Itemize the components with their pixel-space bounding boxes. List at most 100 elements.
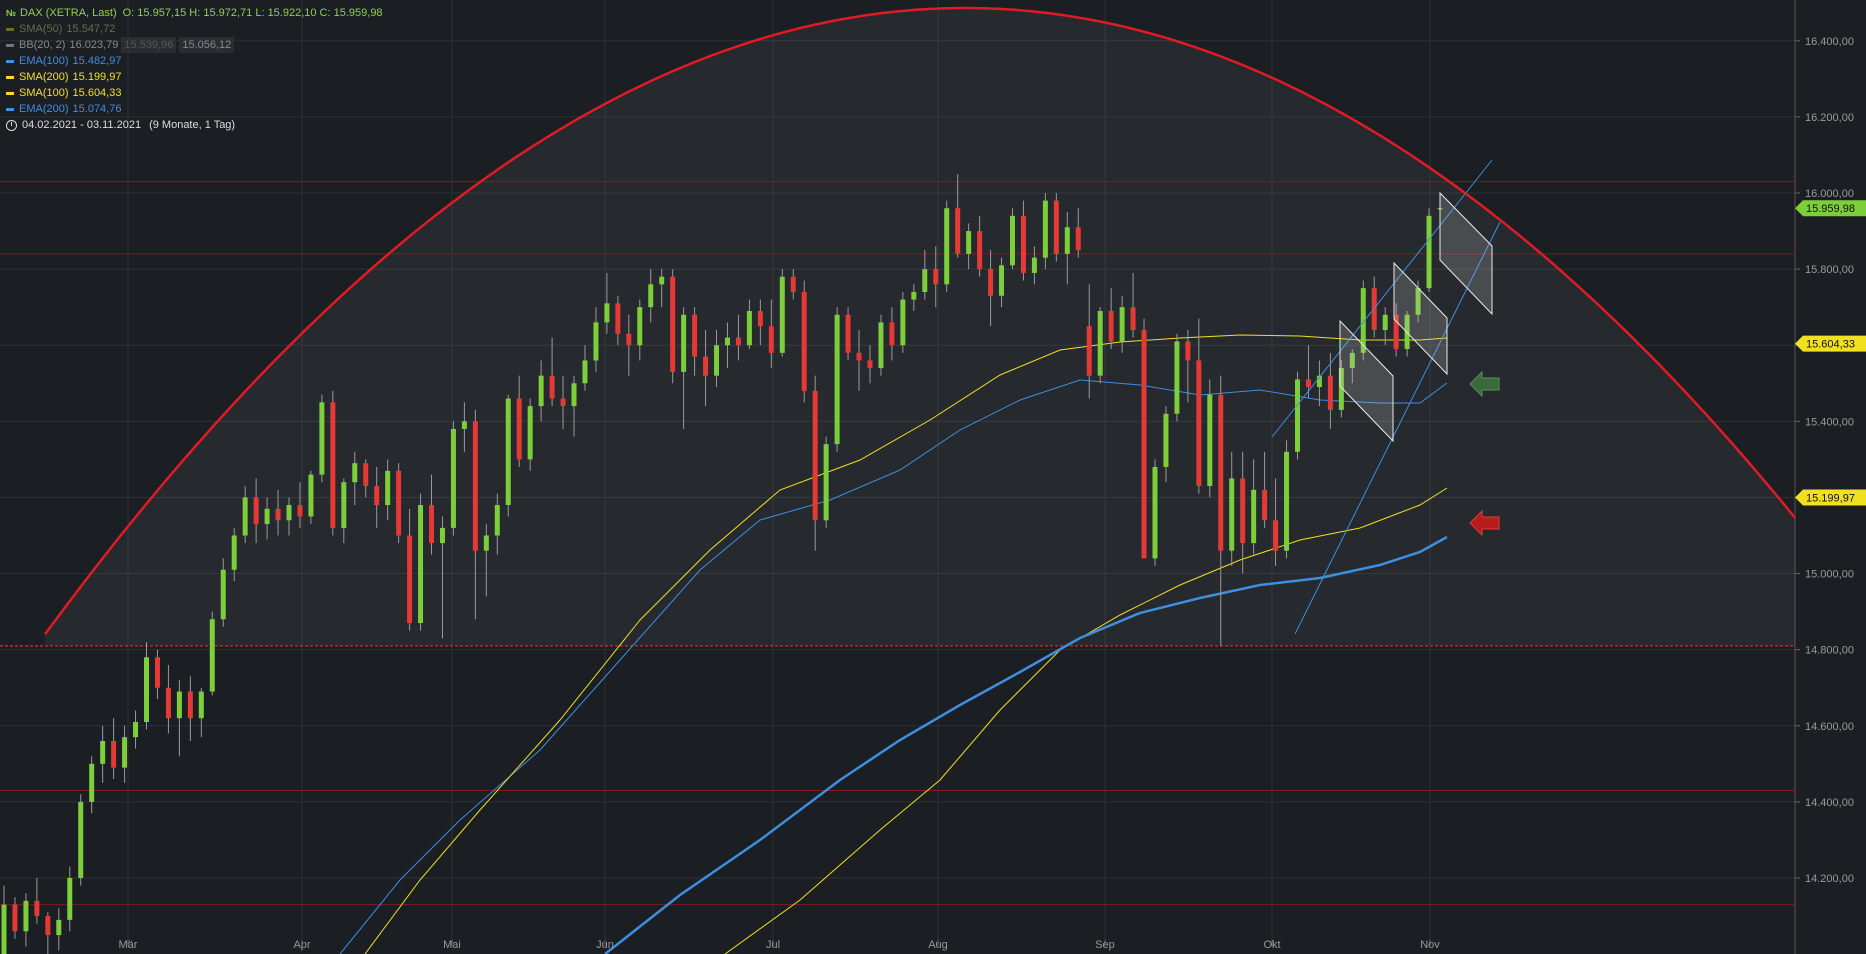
candle-body: [944, 208, 950, 285]
candle: [944, 200, 950, 292]
candle: [1174, 333, 1180, 422]
candle-body: [242, 497, 248, 536]
candle-body: [264, 508, 270, 525]
x-tick-label: Apr: [293, 939, 310, 951]
candle-body: [483, 535, 489, 551]
candle-body: [100, 741, 106, 764]
price-tag: 15.959,98: [1795, 200, 1866, 217]
candle-body: [1097, 310, 1103, 376]
candle-body: [176, 691, 182, 719]
candle-body: [45, 916, 51, 936]
candle-body: [472, 421, 478, 551]
candle-body: [900, 299, 906, 346]
candle-body: [1426, 215, 1432, 289]
period-range: 04.02.2021 - 03.11.2021: [22, 119, 142, 131]
candle-body: [757, 310, 763, 327]
candle-body: [1196, 360, 1202, 487]
candle-body: [1020, 215, 1026, 273]
candle-body: [429, 505, 435, 544]
candle-body: [714, 345, 720, 376]
candle-body: [78, 801, 84, 878]
candle-body: [1141, 330, 1147, 559]
candle-body: [593, 322, 599, 361]
candle: [330, 390, 336, 536]
candle-body: [933, 269, 939, 285]
candle: [209, 611, 215, 696]
candle-body: [681, 314, 687, 372]
bb-lower-value: 15.056,12: [179, 37, 235, 53]
indicator-sma100[interactable]: SMA(100) 15.604,33: [6, 85, 383, 101]
x-tick-label: Jun: [596, 939, 614, 951]
candle-body: [1284, 451, 1290, 551]
x-tick-label: Okt: [1263, 939, 1280, 951]
candle-body: [297, 505, 303, 517]
candle-body: [1273, 520, 1279, 551]
candle-body: [977, 231, 983, 270]
candle-body: [1174, 341, 1180, 414]
candle: [505, 394, 511, 517]
candle-body: [582, 360, 588, 384]
candle-body: [867, 360, 873, 369]
candle: [1207, 379, 1213, 498]
candle-body: [1042, 200, 1048, 258]
candle-body: [1207, 394, 1213, 487]
candle: [878, 314, 884, 376]
candle-body: [494, 505, 500, 536]
candle-body: [746, 310, 752, 346]
instrument-row: № DAX (XETRA, Last) O: 15.957,15 H: 15.9…: [6, 5, 383, 21]
candle-body: [450, 428, 456, 528]
candle: [845, 307, 851, 361]
period-row: 04.02.2021 - 03.11.2021 (9 Monate, 1 Tag…: [6, 117, 383, 133]
candle-body: [1031, 257, 1037, 273]
candle-body: [988, 269, 994, 296]
price-tag: 15.604,33: [1795, 335, 1866, 352]
candle-body: [374, 486, 380, 506]
candle-body: [220, 569, 226, 620]
price-chart[interactable]: 14.200,00 14.400,00 14.600,00 14.800,00 15.0…: [0, 0, 1866, 954]
ema100-name: EMA(100): [19, 55, 69, 67]
candle-body: [122, 737, 128, 768]
candle-body: [1064, 227, 1070, 254]
indicator-bb[interactable]: BB(20, 2) 16.023,79 15.539,96 15.056,12: [6, 37, 383, 53]
candle: [1097, 307, 1103, 384]
candle: [1009, 208, 1015, 270]
candle-body: [889, 322, 895, 346]
indicator-sma50[interactable]: SMA(50) 15.547,72: [6, 21, 383, 37]
candle: [78, 794, 84, 886]
indicator-ema100[interactable]: EMA(100) 15.482,97: [6, 53, 383, 69]
candle-body: [385, 470, 391, 506]
candle-body: [604, 303, 610, 323]
indicator-ema200[interactable]: EMA(200) 15.074,76: [6, 101, 383, 117]
candle-body: [955, 208, 961, 254]
candle-body: [1327, 375, 1333, 410]
y-tick-label: 16.400,00: [1805, 36, 1854, 48]
candle-body: [1163, 413, 1169, 467]
candle-body: [1262, 489, 1268, 521]
y-tick-label: 15.000,00: [1805, 569, 1854, 581]
candle-body: [231, 535, 237, 570]
candle-body: [56, 919, 62, 936]
candle-body: [1119, 307, 1125, 342]
indicator-sma200[interactable]: SMA(200) 15.199,97: [6, 69, 383, 85]
x-tick-label: Mär: [119, 939, 138, 951]
candle: [308, 470, 314, 525]
candle-body: [911, 291, 917, 300]
candle: [1152, 459, 1158, 566]
candle-body: [735, 337, 741, 346]
candle-body: [845, 314, 851, 353]
candle-body: [637, 307, 643, 346]
candle-body: [187, 691, 193, 719]
candle-body: [516, 398, 522, 460]
candle-body: [999, 265, 1005, 296]
x-tick-label: Aug: [928, 939, 948, 951]
candle-body: [922, 269, 928, 292]
candle-body: [823, 444, 829, 521]
instrument-icon: №: [6, 8, 17, 18]
candle: [319, 394, 325, 483]
candle-body: [549, 375, 555, 399]
candle: [1053, 193, 1059, 262]
y-tick-label: 16.200,00: [1805, 112, 1854, 124]
candle-body: [275, 508, 281, 521]
x-tick-label: Sep: [1095, 939, 1115, 951]
sma50-swatch: [6, 27, 14, 31]
